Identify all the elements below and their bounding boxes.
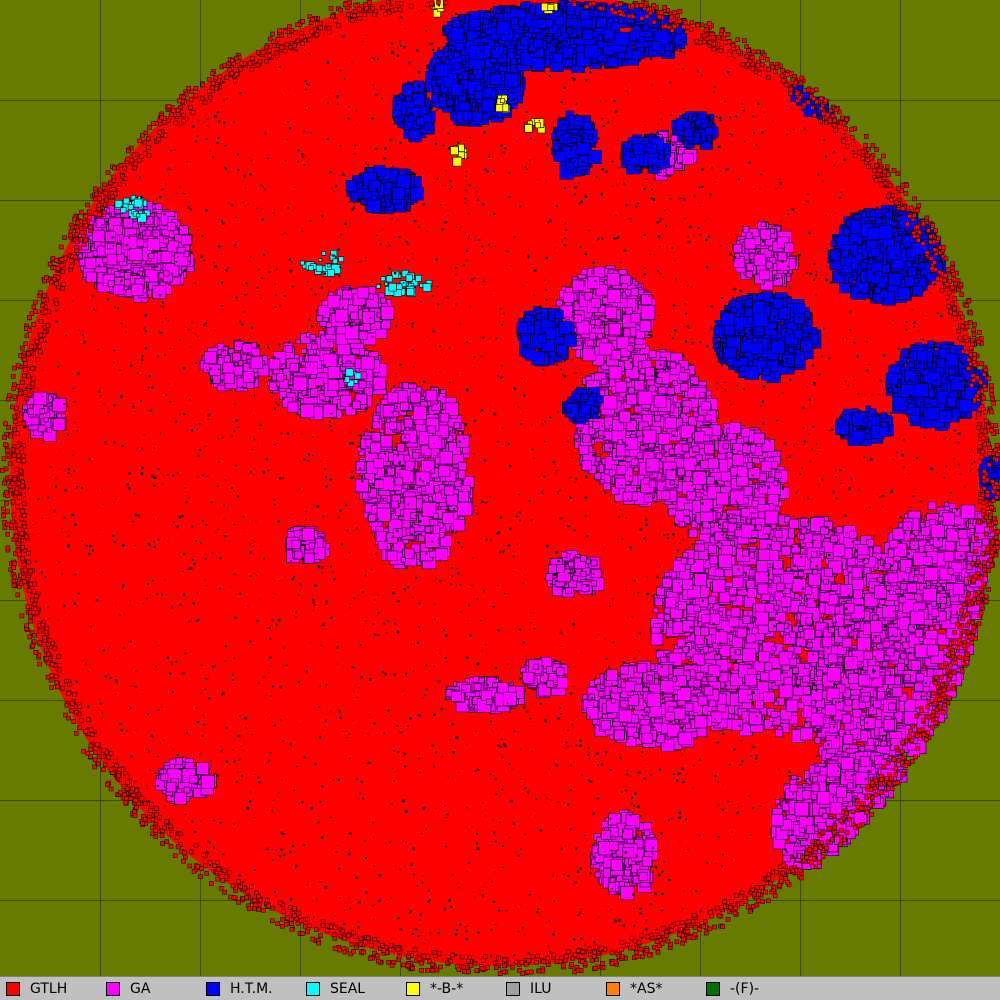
- territory-map-canvas[interactable]: [0, 0, 1000, 976]
- legend-label-f: -(F)-: [730, 981, 760, 997]
- legend-item-ga: GA: [106, 980, 150, 998]
- legend-item-seal: SEAL: [306, 980, 365, 998]
- legend-label-htm: H.T.M.: [230, 981, 273, 997]
- legend-item-htm: H.T.M.: [206, 980, 273, 998]
- legend-label-ilu: ILU: [530, 981, 552, 997]
- legend-item-b: *-B-*: [406, 980, 463, 998]
- legend-item-gtlh: GTLH: [6, 980, 67, 998]
- legend-swatch-gtlh: [6, 982, 20, 996]
- legend-swatch-b: [406, 982, 420, 996]
- legend-label-b: *-B-*: [430, 981, 464, 997]
- legend-item-ilu: ILU: [506, 980, 551, 998]
- legend-swatch-ga: [106, 982, 120, 996]
- legend-swatch-ilu: [506, 982, 520, 996]
- legend-swatch-f: [706, 982, 720, 996]
- territory-map[interactable]: [0, 0, 1000, 976]
- legend-swatch-seal: [306, 982, 320, 996]
- legend-label-as: *AS*: [630, 981, 663, 997]
- legend-item-as: *AS*: [606, 980, 662, 998]
- legend-item-f: -(F)-: [706, 980, 759, 998]
- legend-bar: GTLH GA H.T.M. SEAL *-B-* ILU *AS* -(F)-: [0, 976, 1000, 1000]
- legend-label-seal: SEAL: [330, 981, 366, 997]
- legend-swatch-as: [606, 982, 620, 996]
- legend-label-ga: GA: [130, 981, 151, 997]
- legend-label-gtlh: GTLH: [30, 981, 68, 997]
- legend-swatch-htm: [206, 982, 220, 996]
